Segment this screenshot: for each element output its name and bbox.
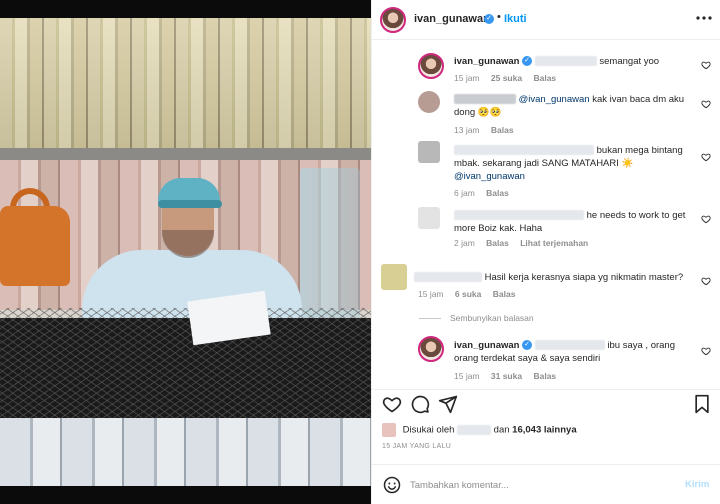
reply-button[interactable]: Balas <box>486 188 509 198</box>
likes-summary: Disukai oleh dan 16,043 lainnya <box>382 423 577 437</box>
shelf <box>0 148 371 160</box>
reply-button[interactable]: Balas <box>533 371 556 381</box>
photo-scene <box>0 18 371 486</box>
fabric-rolls-bottom <box>0 418 371 486</box>
comment-meta: 6 jam Balas <box>454 188 518 198</box>
comment-time: 2 jam <box>454 238 475 248</box>
comment-time: 15 jam <box>454 73 480 83</box>
likes-count[interactable]: 16,043 lainnya <box>512 425 576 436</box>
bookmark-icon[interactable] <box>692 394 712 414</box>
redacted-author <box>454 94 516 105</box>
reply-button[interactable]: Balas <box>493 289 516 299</box>
share-icon[interactable] <box>438 394 458 414</box>
heart-icon[interactable] <box>701 60 711 70</box>
redacted-liker <box>457 425 492 435</box>
comment-composer: Kirim <box>372 464 720 504</box>
verified-badge-icon: ✓ <box>522 56 533 67</box>
redacted-text <box>534 56 597 67</box>
avatar[interactable] <box>381 264 407 290</box>
comment-mention[interactable]: @ivan_gunawan <box>519 94 590 105</box>
comment-meta: 15 jam 31 suka Balas <box>454 371 565 381</box>
liker-avatar[interactable] <box>382 423 396 437</box>
redacted-author <box>454 210 584 221</box>
heart-icon[interactable] <box>701 99 711 109</box>
post-photo[interactable] <box>0 0 371 504</box>
person-cap-brim <box>158 200 222 208</box>
comment-likes[interactable]: 25 suka <box>491 73 522 83</box>
comment-input[interactable] <box>410 475 650 495</box>
header-username[interactable]: ivan_gunawan <box>414 13 490 25</box>
avatar[interactable] <box>380 7 406 33</box>
reply-button[interactable]: Balas <box>533 73 556 83</box>
redacted-author <box>414 272 482 283</box>
avatar[interactable] <box>418 53 444 79</box>
reply-button[interactable]: Balas <box>491 125 514 135</box>
post-comment-button[interactable]: Kirim <box>685 479 709 490</box>
heart-icon[interactable] <box>382 394 402 414</box>
hide-replies-line <box>419 318 441 319</box>
comment-author[interactable]: ivan_gunawan <box>454 56 519 67</box>
comment-likes[interactable]: 6 suka <box>455 289 481 299</box>
avatar[interactable] <box>418 336 444 362</box>
heart-icon[interactable] <box>701 346 711 356</box>
comments-list[interactable]: ivan_gunawan ✓ semangat yoo 15 jam 25 su… <box>372 41 720 389</box>
comment-meta: 15 jam 6 suka Balas <box>418 289 524 299</box>
comment-time: 15 jam <box>454 371 480 381</box>
likes-joiner: dan <box>493 424 510 436</box>
comment-mention[interactable]: @ivan_gunawan <box>454 171 525 182</box>
follow-button[interactable]: Ikuti <box>504 13 527 25</box>
comment-time: 6 jam <box>454 188 475 198</box>
avatar[interactable] <box>418 141 440 163</box>
orange-bag <box>0 206 70 286</box>
verified-badge-icon: ✓ <box>522 340 533 351</box>
comment-icon[interactable] <box>410 394 430 414</box>
post-timestamp[interactable]: 15 JAM YANG LALU <box>382 443 451 450</box>
heart-icon[interactable] <box>701 214 711 224</box>
hide-replies-button[interactable]: Sembunyikan balasan <box>450 313 534 323</box>
heart-icon[interactable] <box>701 276 711 286</box>
redacted-text <box>534 340 605 351</box>
fabric-rolls-top <box>0 18 371 150</box>
comment-time: 13 jam <box>454 125 480 135</box>
comment-author[interactable]: ivan_gunawan <box>454 340 519 351</box>
header-separator: • <box>497 11 501 23</box>
comment-meta: 2 jam Balas Lihat terjemahan <box>454 238 597 248</box>
heart-icon[interactable] <box>701 152 711 162</box>
verified-badge-icon: ✓ <box>484 14 494 24</box>
comment-meta: 15 jam 25 suka Balas <box>454 73 565 83</box>
comment-text: Hasil kerja kerasnya siapa yg nikmatin m… <box>484 272 684 283</box>
emoji-icon[interactable] <box>383 476 401 494</box>
more-horizontal-icon[interactable] <box>695 9 713 29</box>
post-side-panel: ivan_gunawan ✓ • Ikuti ivan_gunawan ✓ se… <box>371 0 720 504</box>
post-header: ivan_gunawan ✓ • Ikuti <box>372 0 720 40</box>
comment-likes[interactable]: 31 suka <box>491 371 522 381</box>
plastic-wrap <box>300 168 360 328</box>
likes-prefix: Disukai oleh <box>402 424 455 436</box>
redacted-author <box>454 145 594 156</box>
comment-meta: 13 jam Balas <box>454 125 523 135</box>
comment-text: semangat yoo <box>599 56 660 67</box>
translate-button[interactable]: Lihat terjemahan <box>520 238 588 248</box>
action-bar <box>372 389 720 419</box>
avatar[interactable] <box>418 207 440 229</box>
reply-button[interactable]: Balas <box>486 238 509 248</box>
comment-time: 15 jam <box>418 289 444 299</box>
avatar[interactable] <box>418 91 440 113</box>
